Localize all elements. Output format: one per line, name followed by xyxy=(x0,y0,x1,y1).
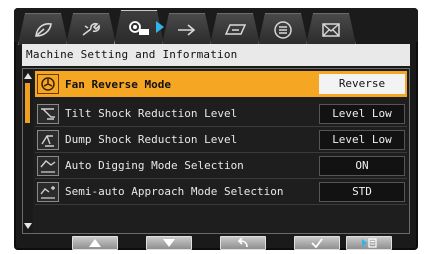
envelope-icon xyxy=(322,22,340,37)
settings-list[interactable]: Fan Reverse Mode Reverse Tilt Shock Redu… xyxy=(22,68,410,234)
triangle-up-icon xyxy=(89,239,101,247)
tab-arrow-right[interactable] xyxy=(162,13,212,45)
arrow-right-icon xyxy=(178,23,196,36)
scroll-down-icon[interactable] xyxy=(24,223,32,229)
list-item-tilt-shock[interactable]: Tilt Shock Reduction Level Level Low xyxy=(35,101,407,127)
list-item-auto-digging[interactable]: Auto Digging Mode Selection ON xyxy=(35,153,407,179)
triangle-down-icon xyxy=(163,239,175,247)
row-label: Semi-auto Approach Mode Selection xyxy=(65,185,284,198)
semi-auto-icon xyxy=(37,181,59,202)
list-item-fan-reverse-mode[interactable]: Fan Reverse Mode Reverse xyxy=(35,71,407,97)
bottom-button-bar xyxy=(14,236,418,250)
row-value[interactable]: Level Low xyxy=(319,129,405,150)
row-value[interactable]: STD xyxy=(319,181,405,202)
row-label: Auto Digging Mode Selection xyxy=(65,159,244,172)
row-value[interactable]: Level Low xyxy=(319,103,405,124)
tab-envelope[interactable] xyxy=(306,13,356,45)
confirm-button[interactable] xyxy=(294,236,340,250)
tab-leaf[interactable] xyxy=(18,13,68,45)
list-item-dump-shock[interactable]: Dump Shock Reduction Level Level Low xyxy=(35,127,407,153)
row-value[interactable]: ON xyxy=(319,155,405,176)
row-label: Fan Reverse Mode xyxy=(65,77,171,91)
row-value[interactable]: Reverse xyxy=(319,74,405,94)
scrollbar[interactable] xyxy=(23,69,33,233)
dump-icon xyxy=(37,129,59,150)
tab-bar xyxy=(14,8,418,45)
tab-wrench[interactable] xyxy=(66,13,116,45)
row-label: Dump Shock Reduction Level xyxy=(65,133,238,146)
active-tab-arrow-icon xyxy=(156,21,164,33)
scroll-thumb[interactable] xyxy=(25,83,30,123)
scroll-up-icon[interactable] xyxy=(24,73,32,79)
page-title: Machine Setting and Information xyxy=(22,44,410,66)
back-button[interactable] xyxy=(220,236,266,250)
wrench-icon xyxy=(82,22,100,36)
card-icon xyxy=(224,23,247,35)
monitor-screen: Machine Setting and Information Fan Reve… xyxy=(14,8,418,250)
next-page-button[interactable] xyxy=(346,236,392,250)
down-button[interactable] xyxy=(146,236,192,250)
list-icon xyxy=(274,20,292,39)
leaf-icon xyxy=(35,22,52,37)
tab-list[interactable] xyxy=(258,13,308,45)
list-item-semi-auto-approach[interactable]: Semi-auto Approach Mode Selection STD xyxy=(35,179,407,205)
play-list-icon xyxy=(362,238,377,248)
row-label: Tilt Shock Reduction Level xyxy=(65,107,238,120)
auto-digging-icon xyxy=(37,155,59,176)
tilt-icon xyxy=(37,103,59,124)
fan-icon xyxy=(37,74,59,94)
return-arrow-icon xyxy=(237,238,248,248)
up-button[interactable] xyxy=(72,236,118,250)
check-icon xyxy=(311,238,323,248)
tab-card[interactable] xyxy=(210,13,260,45)
machine-info-icon xyxy=(129,21,149,35)
